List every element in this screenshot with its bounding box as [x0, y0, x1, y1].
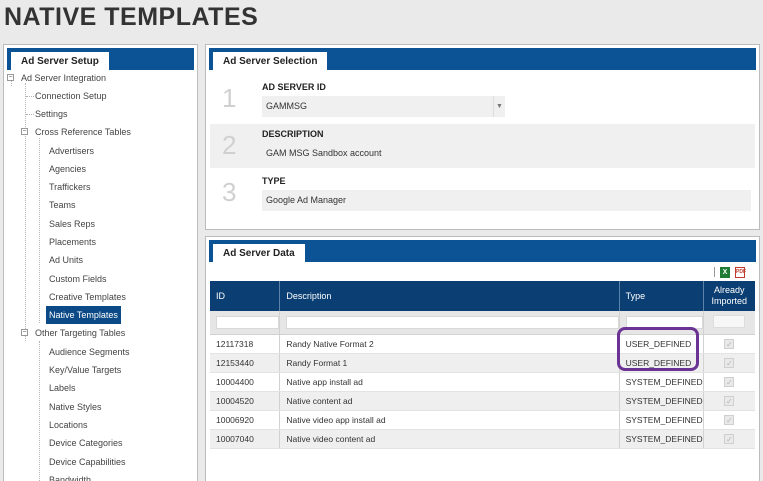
excel-export-icon[interactable]: X	[720, 266, 730, 278]
ad-server-id-select[interactable]: GAMMSG ▼	[262, 96, 505, 117]
collapse-toggle-icon[interactable]: −	[21, 128, 28, 135]
tree-item-sales-reps[interactable]: Sales Reps	[49, 215, 95, 233]
already-imported-checkbox[interactable]: ✓	[724, 395, 735, 406]
tree-item-creative-templates[interactable]: Creative Templates	[49, 288, 126, 306]
tree-item-locations[interactable]: Locations	[49, 416, 88, 434]
panel-header: Ad Server Selection	[209, 48, 756, 71]
step-number: 1	[222, 83, 237, 113]
already-imported-checkbox[interactable]: ✓	[724, 376, 735, 387]
tree-item-connection-setup[interactable]: Connection Setup	[35, 87, 107, 105]
cell-description: Randy Native Format 2	[279, 334, 620, 354]
table-row[interactable]: 10004400 Native app install ad SYSTEM_DE…	[210, 372, 755, 392]
table-row[interactable]: 10004520 Native content ad SYSTEM_DEFINE…	[210, 391, 755, 411]
collapse-toggle-icon[interactable]: −	[21, 329, 28, 336]
field-label: DESCRIPTION	[262, 129, 324, 139]
page-title: NATIVE TEMPLATES	[4, 3, 259, 31]
tree-item-key-value-targets[interactable]: Key/Value Targets	[49, 361, 121, 379]
already-imported-checkbox[interactable]: ✓	[724, 338, 735, 349]
cell-id: 12117318	[210, 334, 281, 354]
tree-item-device-capabilities[interactable]: Device Capabilities	[49, 453, 126, 471]
cell-type: SYSTEM_DEFINED	[619, 391, 704, 411]
ad-server-setup-panel: Ad Server Setup − Ad Server Integration …	[3, 44, 198, 481]
cell-description: Randy Format 1	[279, 353, 620, 373]
tree-item-native-styles[interactable]: Native Styles	[49, 398, 102, 416]
tree-item-advertisers[interactable]: Advertisers	[49, 142, 94, 160]
table-row[interactable]: 12153440 Randy Format 1 USER_DEFINED ✓	[210, 353, 755, 373]
already-imported-checkbox[interactable]: ✓	[724, 357, 735, 368]
table-row[interactable]: 10007040 Native video content ad SYSTEM_…	[210, 429, 755, 449]
pdf-export-icon[interactable]: PDF	[735, 266, 746, 278]
column-header-type[interactable]: Type	[619, 281, 704, 311]
cell-type: SYSTEM_DEFINED	[619, 372, 704, 392]
chevron-down-icon[interactable]: ▼	[493, 96, 505, 117]
tree-item-cross-reference-tables[interactable]: Cross Reference Tables	[35, 123, 131, 141]
tree-item-bandwidth[interactable]: Bandwidth	[49, 471, 91, 481]
type-value: Google Ad Manager	[262, 190, 751, 211]
tree-item-device-categories[interactable]: Device Categories	[49, 434, 123, 452]
tree-item-labels[interactable]: Labels	[49, 379, 76, 397]
ad-server-id-field: 1 AD SERVER ID GAMMSG ▼	[210, 77, 755, 121]
cell-type: USER_DEFINED	[619, 334, 704, 354]
id-filter-input[interactable]	[216, 315, 280, 329]
step-number: 2	[222, 130, 237, 160]
table-row[interactable]: 12117318 Randy Native Format 2 USER_DEFI…	[210, 334, 755, 354]
description-filter-input[interactable]	[286, 315, 619, 329]
already-imported-checkbox[interactable]: ✓	[724, 414, 735, 425]
tree-item-traffickers[interactable]: Traffickers	[49, 178, 91, 196]
cell-type: SYSTEM_DEFINED	[619, 410, 704, 430]
cell-description: Native content ad	[279, 391, 620, 411]
column-header-description[interactable]: Description	[279, 281, 620, 311]
cell-id: 10004400	[210, 372, 281, 392]
already-imported-checkbox[interactable]: ✓	[724, 433, 735, 444]
native-templates-table: ID Description Type Already Imported 121…	[210, 281, 755, 449]
step-number: 3	[222, 177, 237, 207]
description-field: 2 DESCRIPTION GAM MSG Sandbox account	[210, 124, 755, 168]
cell-type: SYSTEM_DEFINED	[619, 429, 704, 449]
tree-item-teams[interactable]: Teams	[49, 196, 76, 214]
type-filter-input[interactable]	[625, 315, 703, 329]
panel-header: Ad Server Setup	[7, 48, 194, 71]
description-value: GAM MSG Sandbox account	[262, 143, 751, 164]
column-header-id[interactable]: ID	[210, 281, 281, 311]
tab-ad-server-selection[interactable]: Ad Server Selection	[213, 52, 328, 71]
cell-type: USER_DEFINED	[619, 353, 704, 373]
field-label: TYPE	[262, 176, 286, 186]
tree-item-custom-fields[interactable]: Custom Fields	[49, 270, 107, 288]
tree-item-ad-units[interactable]: Ad Units	[49, 251, 83, 269]
cell-description: Native video content ad	[279, 429, 620, 449]
cell-description: Native app install ad	[279, 372, 620, 392]
cell-id: 12153440	[210, 353, 281, 373]
collapse-toggle-icon[interactable]: −	[7, 74, 14, 81]
tree-item-other-targeting-tables[interactable]: Other Targeting Tables	[35, 324, 125, 342]
tree-item-placements[interactable]: Placements	[49, 233, 96, 251]
panel-header: Ad Server Data	[209, 240, 756, 263]
filter-row	[210, 311, 755, 335]
export-toolbar: X PDF	[714, 266, 746, 278]
cell-description: Native video app install ad	[279, 410, 620, 430]
tab-ad-server-data[interactable]: Ad Server Data	[213, 244, 305, 263]
tree-item-agencies[interactable]: Agencies	[49, 160, 86, 178]
ad-server-data-panel: Ad Server Data X PDF ID Description Type…	[205, 236, 760, 481]
table-row[interactable]: 10006920 Native video app install ad SYS…	[210, 410, 755, 430]
tree-item-native-templates[interactable]: Native Templates	[46, 306, 121, 324]
selected-value: GAMMSG	[266, 101, 308, 111]
field-label: AD SERVER ID	[262, 82, 326, 92]
imported-filter-select[interactable]	[713, 314, 746, 328]
type-field: 3 TYPE Google Ad Manager	[210, 171, 755, 215]
tree-item-ad-server-integration[interactable]: Ad Server Integration	[21, 69, 106, 87]
cell-id: 10004520	[210, 391, 281, 411]
tree-item-audience-segments[interactable]: Audience Segments	[49, 343, 130, 361]
cell-id: 10006920	[210, 410, 281, 430]
tree-item-settings[interactable]: Settings	[35, 105, 68, 123]
cell-id: 10007040	[210, 429, 281, 449]
column-header-already-imported[interactable]: Already Imported	[703, 281, 755, 311]
ad-server-selection-panel: Ad Server Selection 1 AD SERVER ID GAMMS…	[205, 44, 760, 230]
toolbar-divider	[714, 267, 715, 277]
